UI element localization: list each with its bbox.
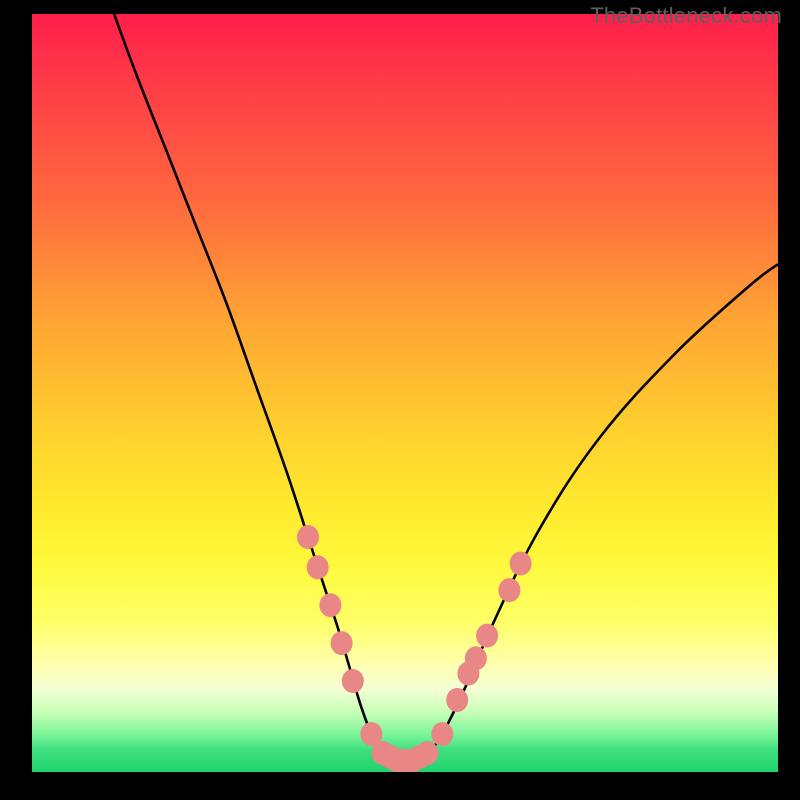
chart-svg <box>32 14 778 772</box>
curve-marker <box>465 646 487 670</box>
bottleneck-curve <box>114 14 778 762</box>
curve-marker <box>498 578 520 602</box>
curve-marker <box>331 631 353 655</box>
curve-marker <box>431 722 453 746</box>
curve-marker <box>510 552 532 576</box>
curve-marker <box>342 669 364 693</box>
curve-markers <box>297 525 532 772</box>
plot-area <box>32 14 778 772</box>
curve-marker <box>307 555 329 579</box>
curve-marker <box>476 624 498 648</box>
watermark-label: TheBottleneck.com <box>590 3 782 29</box>
curve-marker <box>446 688 468 712</box>
chart-container: TheBottleneck.com <box>0 0 800 800</box>
curve-marker <box>416 741 438 765</box>
curve-marker <box>319 593 341 617</box>
curve-marker <box>297 525 319 549</box>
